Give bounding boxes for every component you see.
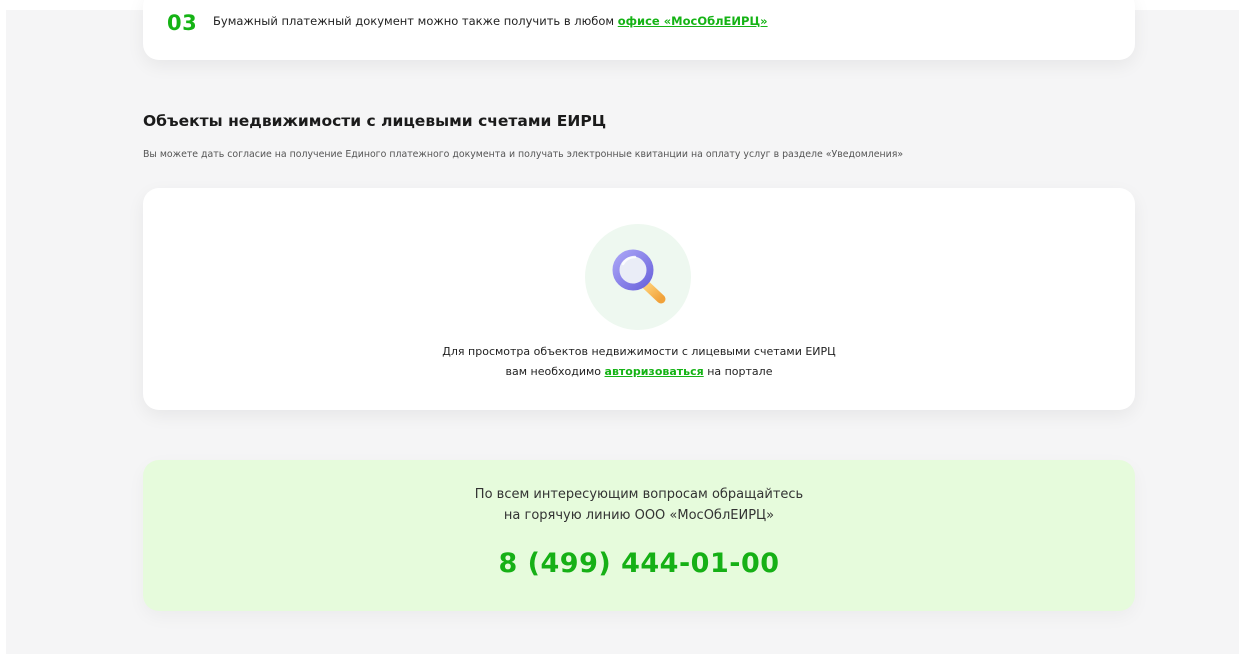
step-text: Бумажный платежный документ можно также … — [213, 14, 768, 28]
search-icon — [585, 224, 691, 330]
hotline-phone[interactable]: 8 (499) 444-01-00 — [143, 548, 1135, 579]
step-card: 03 Бумажный платежный документ можно так… — [143, 0, 1135, 60]
empty-state-line1: Для просмотра объектов недвижимости с ли… — [442, 345, 836, 358]
hotline-line1: По всем интересующим вопросам обращайтес… — [474, 487, 804, 502]
hotline-text: По всем интересующим вопросам обращайтес… — [143, 484, 1135, 526]
section-title: Объекты недвижимости с лицевыми счетами … — [143, 112, 607, 130]
authorize-link[interactable]: авторизоваться — [605, 365, 704, 378]
empty-state-text: Для просмотра объектов недвижимости с ли… — [143, 342, 1135, 382]
step-text-label: Бумажный платежный документ можно также … — [213, 14, 615, 28]
empty-state-line2: вам необходимо авторизоваться на портале — [143, 362, 1135, 382]
empty-state-line2-suffix: на портале — [707, 365, 773, 378]
mosoblzhirc-office-link[interactable]: офисе «МосОблЕИРЦ» — [618, 14, 768, 28]
hotline-card: По всем интересующим вопросам обращайтес… — [143, 460, 1135, 611]
section-subtitle: Вы можете дать согласие на получение Еди… — [143, 149, 904, 160]
step-number: 03 — [167, 11, 198, 35]
empty-state-card: Для просмотра объектов недвижимости с ли… — [143, 188, 1135, 410]
empty-state-line2-prefix: вам необходимо — [505, 365, 602, 378]
page: 03 Бумажный платежный документ можно так… — [6, 0, 1239, 654]
hotline-line2: на горячую линию ООО «МосОблЕИРЦ» — [503, 508, 775, 523]
